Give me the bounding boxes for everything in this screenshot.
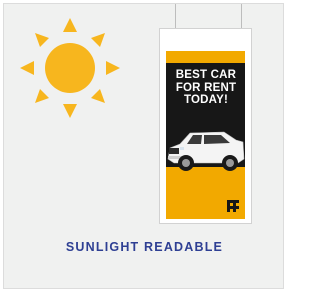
- headline-line-3: TODAY!: [183, 94, 229, 106]
- poster-headline: BEST CAR FOR RENT TODAY!: [170, 69, 242, 107]
- hanging-wire-right: [241, 4, 242, 30]
- feature-card: BEST CAR FOR RENT TODAY! SUNLIGHT READAB…: [3, 3, 284, 289]
- sun-icon: [20, 18, 120, 118]
- qr-code-icon: [227, 200, 239, 212]
- hanging-wire-left: [175, 4, 176, 30]
- headline-line-2: FOR RENT: [175, 81, 237, 94]
- rental-poster: BEST CAR FOR RENT TODAY!: [166, 51, 245, 219]
- headline-line-1: BEST CAR: [175, 69, 237, 81]
- poster-top-band: [166, 51, 245, 63]
- caption-sunlight-readable: SUNLIGHT READABLE: [65, 240, 224, 254]
- suv-car: [167, 131, 245, 171]
- digital-signage-display: BEST CAR FOR RENT TODAY!: [159, 28, 252, 224]
